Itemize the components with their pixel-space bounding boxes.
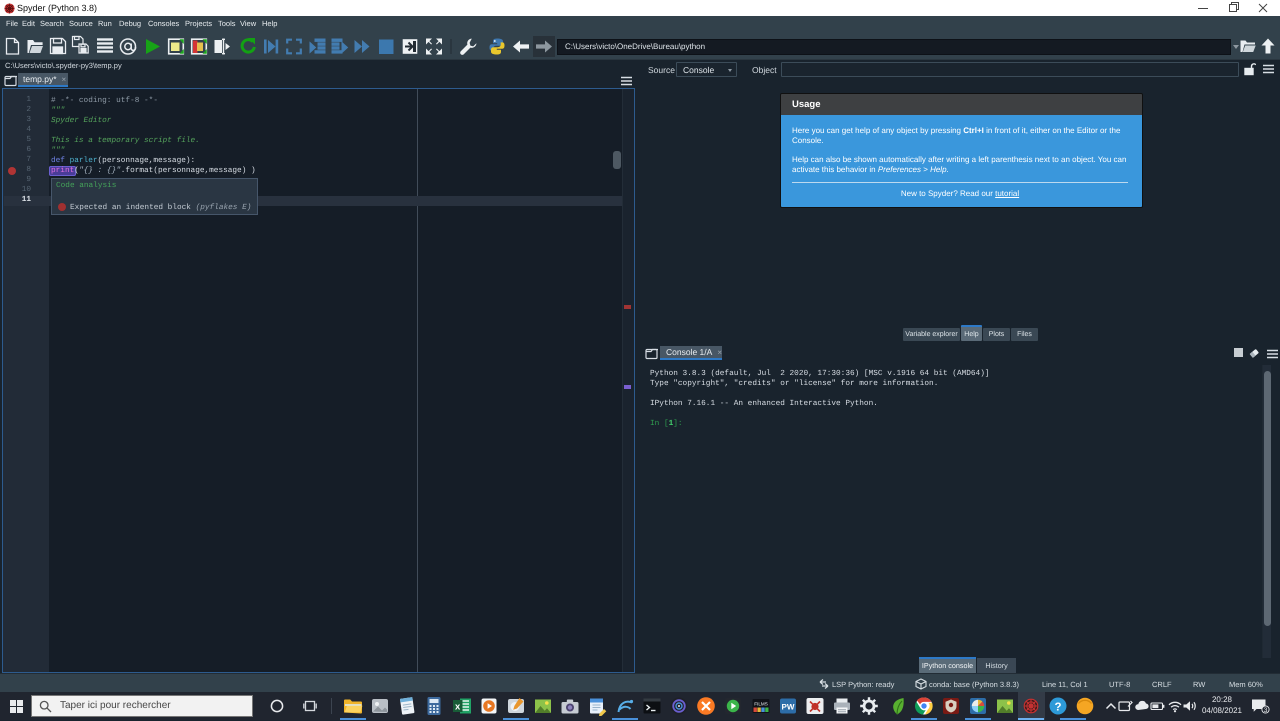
svg-text:FILMS: FILMS	[754, 702, 768, 707]
svg-text:PW: PW	[782, 703, 795, 712]
svg-text:?: ?	[1054, 702, 1061, 714]
svg-text:x: x	[455, 702, 461, 713]
svg-text:3: 3	[1264, 707, 1268, 714]
